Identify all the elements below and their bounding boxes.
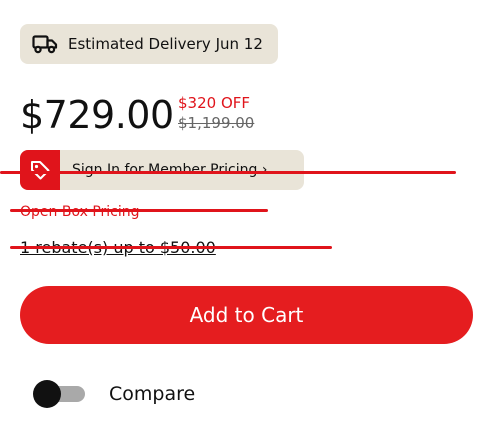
delivery-estimate-label: Estimated Delivery Jun 12 [68, 35, 263, 53]
compare-toggle[interactable] [33, 380, 87, 408]
strike-line-rebate [10, 246, 332, 249]
toggle-knob [33, 380, 61, 408]
add-to-cart-button[interactable]: Add to Cart [20, 286, 473, 344]
original-price: $1,199.00 [178, 114, 255, 132]
delivery-estimate-badge: Estimated Delivery Jun 12 [20, 24, 278, 64]
discount-amount: $320 OFF [178, 94, 251, 112]
compare-label: Compare [109, 383, 196, 405]
compare-row: Compare [33, 380, 195, 408]
strike-line-openbox [10, 209, 268, 212]
member-pricing-label: Sign In for Member Pricing › [72, 162, 268, 178]
tag-icon [20, 150, 60, 190]
open-box-pricing-link[interactable]: Open Box Pricing [20, 204, 140, 220]
strike-line-member [0, 171, 456, 174]
current-price: $729.00 [20, 93, 174, 137]
product-purchase-panel: Estimated Delivery Jun 12 $729.00 $320 O… [0, 0, 492, 446]
member-pricing-signin-button[interactable]: Sign In for Member Pricing › [20, 150, 304, 190]
truck-icon [32, 34, 58, 54]
